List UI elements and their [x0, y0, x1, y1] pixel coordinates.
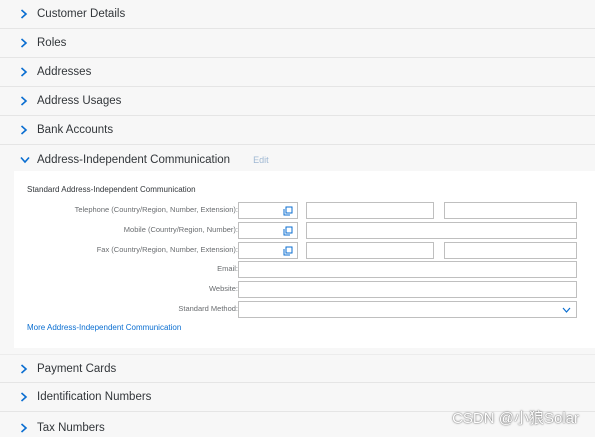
fax-row: Fax (Country/Region, Number, Extension):	[14, 242, 595, 259]
section-title: Customer Details	[37, 8, 126, 20]
telephone-label: Telephone (Country/Region, Number, Exten…	[74, 205, 238, 214]
fax-extension-field[interactable]	[444, 242, 577, 259]
chevron-right-icon	[0, 412, 37, 437]
section-title: Addresses	[37, 66, 92, 78]
mobile-label: Mobile (Country/Region, Number):	[123, 225, 238, 234]
chevron-right-icon	[0, 58, 37, 87]
edit-link[interactable]: Edit	[253, 155, 269, 165]
telephone-country-field[interactable]	[238, 202, 298, 219]
chevron-right-icon	[0, 87, 37, 116]
telephone-number-field[interactable]	[306, 202, 434, 219]
value-help-icon[interactable]	[283, 226, 293, 236]
business-partner-page: Customer Details Roles Addresses Address…	[0, 0, 595, 437]
email-row: Email:	[14, 261, 595, 278]
section-customer-details[interactable]: Customer Details	[0, 0, 595, 29]
section-address-independent-communication[interactable]: Address-Independent Communication Edit	[0, 145, 595, 174]
fax-number-field[interactable]	[306, 242, 434, 259]
standard-method-label: Standard Method:	[178, 304, 238, 313]
email-field[interactable]	[238, 261, 577, 278]
standard-method-select[interactable]	[238, 301, 577, 318]
website-label: Website:	[208, 284, 238, 293]
section-roles[interactable]: Roles	[0, 29, 595, 58]
communication-panel: Standard Address-Independent Communicati…	[14, 171, 595, 348]
fax-country-field[interactable]	[238, 242, 298, 259]
section-addresses[interactable]: Addresses	[0, 58, 595, 87]
chevron-down-icon[interactable]	[562, 307, 571, 313]
value-help-icon[interactable]	[283, 206, 293, 216]
chevron-right-icon	[0, 0, 37, 29]
chevron-right-icon	[0, 116, 37, 145]
standard-method-row: Standard Method:	[14, 301, 595, 318]
value-help-icon[interactable]	[283, 246, 293, 256]
section-bank-accounts[interactable]: Bank Accounts	[0, 116, 595, 145]
section-address-usages[interactable]: Address Usages	[0, 87, 595, 116]
section-title: Address-Independent Communication	[37, 153, 231, 166]
section-payment-cards[interactable]: Payment Cards	[0, 354, 595, 383]
telephone-extension-field[interactable]	[444, 202, 577, 219]
fax-label: Fax (Country/Region, Number, Extension):	[96, 245, 238, 254]
communication-section-title: Standard Address-Independent Communicati…	[27, 185, 196, 194]
email-label: Email:	[217, 264, 238, 273]
mobile-country-field[interactable]	[238, 222, 298, 239]
chevron-right-icon	[0, 29, 37, 58]
telephone-row: Telephone (Country/Region, Number, Exten…	[14, 202, 595, 219]
section-title: Roles	[37, 37, 67, 49]
section-title: Payment Cards	[37, 362, 117, 375]
section-title: Bank Accounts	[37, 124, 114, 136]
section-title: Address Usages	[37, 95, 122, 107]
watermark-text: CSDN @小狼Solar	[452, 410, 579, 427]
mobile-row: Mobile (Country/Region, Number):	[14, 222, 595, 239]
chevron-down-icon	[0, 145, 37, 174]
chevron-right-icon	[0, 354, 37, 383]
section-title: Identification Numbers	[37, 391, 152, 403]
chevron-right-icon	[0, 383, 37, 412]
website-row: Website:	[14, 281, 595, 298]
section-title: Tax Numbers	[37, 421, 105, 434]
website-field[interactable]	[238, 281, 577, 298]
more-communication-link[interactable]: More Address-Independent Communication	[27, 323, 181, 332]
mobile-number-field[interactable]	[306, 222, 577, 239]
